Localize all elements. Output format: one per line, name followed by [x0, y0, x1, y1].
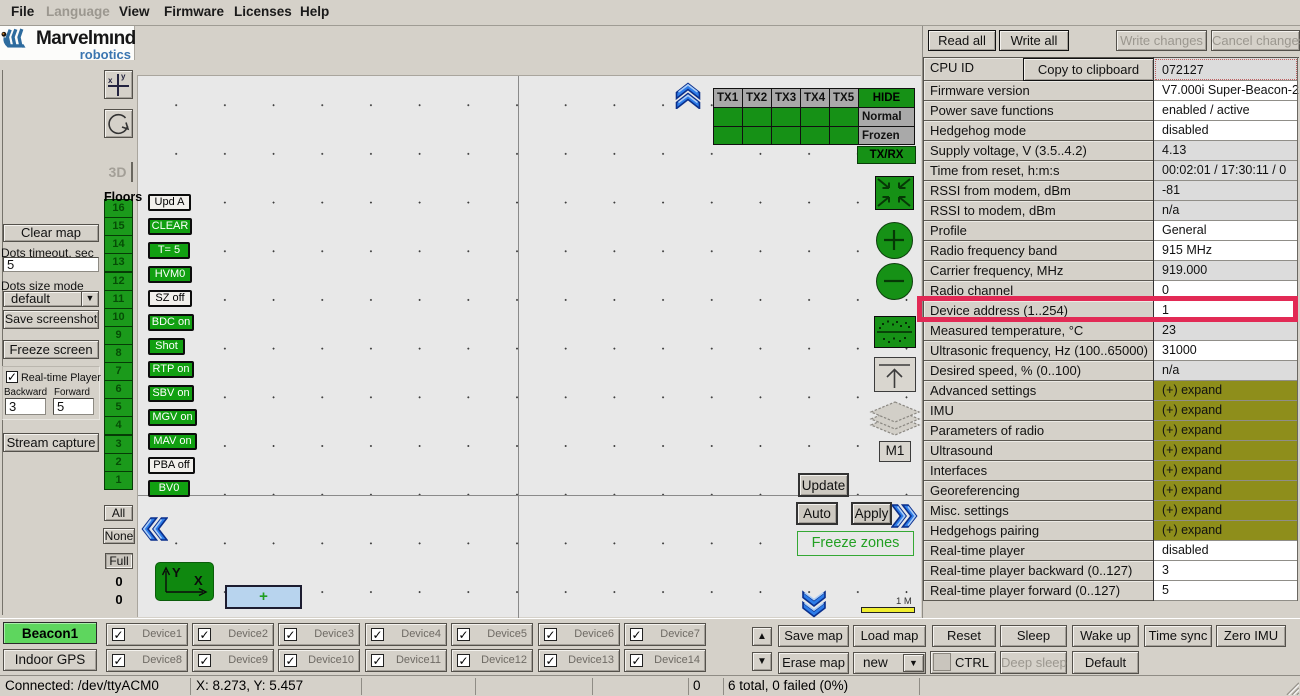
svg-text:y: y [121, 72, 126, 81]
svg-text:x: x [108, 76, 113, 85]
svg-text:X: X [194, 573, 203, 588]
svg-text:Y: Y [172, 565, 181, 580]
